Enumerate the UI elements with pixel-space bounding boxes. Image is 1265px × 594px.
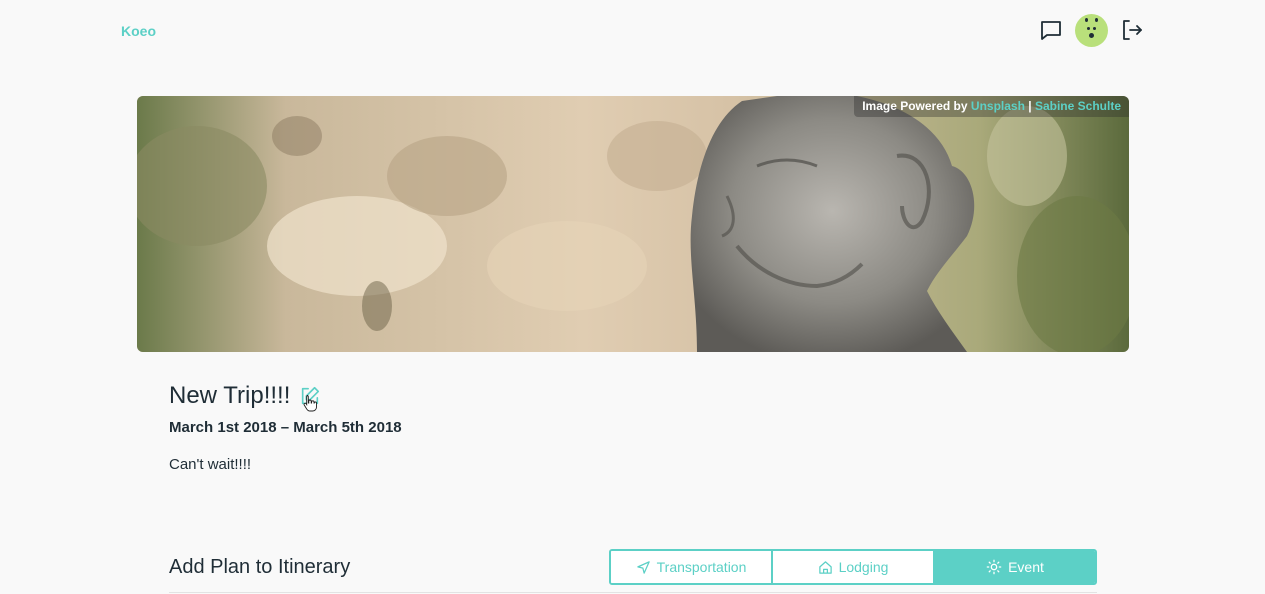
avatar[interactable] <box>1075 13 1108 47</box>
trip-title-row: New Trip!!!! <box>169 382 322 412</box>
tab-lodging[interactable]: Lodging <box>773 551 935 583</box>
unsplash-link[interactable]: Unsplash <box>971 99 1025 113</box>
photographer-link[interactable]: Sabine Schulte <box>1035 99 1121 113</box>
header-actions <box>1038 13 1145 47</box>
tab-transportation-label: Transportation <box>656 559 747 575</box>
chat-icon[interactable] <box>1038 17 1064 43</box>
logo[interactable]: Koeo <box>121 23 156 39</box>
section-divider <box>169 592 1097 593</box>
tab-lodging-label: Lodging <box>838 559 889 575</box>
navigation-arrow-icon <box>636 560 650 574</box>
credit-prefix: Image Powered by <box>862 99 968 113</box>
plan-type-tabs: Transportation Lodging Event <box>609 549 1097 585</box>
tab-event-label: Event <box>1008 559 1044 575</box>
add-plan-title: Add Plan to Itinerary <box>169 556 351 578</box>
edit-icon[interactable] <box>298 384 322 412</box>
sun-icon <box>986 559 1002 575</box>
trip-cover-image: Image Powered by Unsplash | Sabine Schul… <box>137 96 1129 352</box>
hand-cursor-icon <box>303 395 318 412</box>
image-credit: Image Powered by Unsplash | Sabine Schul… <box>854 96 1129 117</box>
tab-transportation[interactable]: Transportation <box>611 551 773 583</box>
trip-title: New Trip!!!! <box>169 382 291 409</box>
credit-separator: | <box>1028 99 1032 113</box>
tab-event[interactable]: Event <box>935 551 1095 583</box>
home-icon <box>818 560 832 574</box>
trip-description: Can't wait!!!! <box>169 456 252 473</box>
logout-icon[interactable] <box>1119 17 1145 43</box>
trip-dates: March 1st 2018 – March 5th 2018 <box>169 419 402 436</box>
statue-photo <box>137 96 1129 352</box>
